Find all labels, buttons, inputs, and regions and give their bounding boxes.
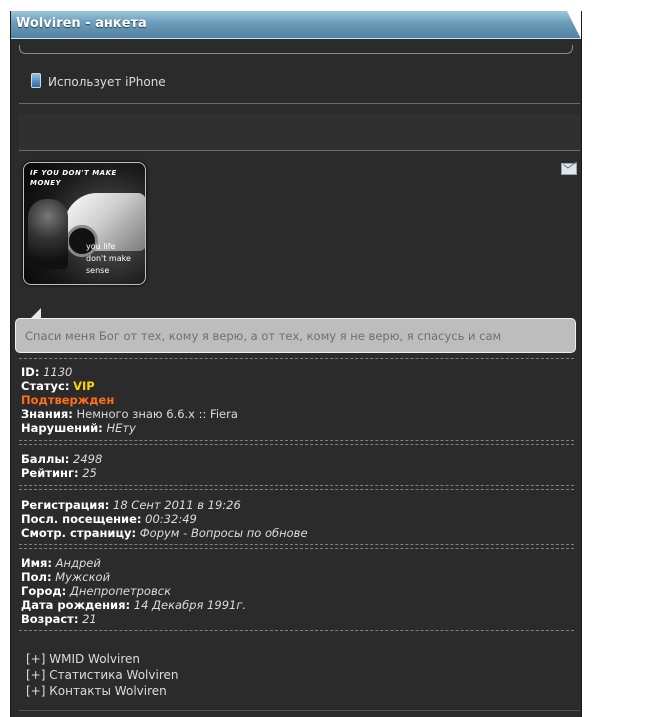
personal-section: Имя: Андрей Пол: Мужской Город: Днепропе… <box>21 556 246 626</box>
points-value: 2498 <box>73 452 103 466</box>
registration-value: 18 Сент 2011 в 19:26 <box>113 498 241 512</box>
avatar-top-text: IF YOU DON'T MAKE MONEY <box>30 169 117 187</box>
avatar-person <box>28 199 68 269</box>
violations-label: Нарушений: <box>21 421 103 435</box>
knowledge-label: Знания: <box>21 407 73 421</box>
dashed-divider <box>19 440 574 441</box>
birthdate-value: 14 Декабря 1991г. <box>133 598 247 612</box>
bottom-divider <box>19 710 580 711</box>
profile-window: Wolviren - анкета Использует iPhone IF Y… <box>10 11 582 717</box>
contacts-link[interactable]: [+] Контакты Wolviren <box>26 683 178 699</box>
avatar[interactable]: IF YOU DON'T MAKE MONEY you life don't m… <box>23 162 146 285</box>
dashed-divider <box>19 444 574 445</box>
city-value: Днепропетровск <box>69 584 172 598</box>
last-visit-label: Посл. посещение: <box>21 512 142 526</box>
status-label: Статус: <box>21 379 70 393</box>
viewing-label: Смотр. страницу: <box>21 526 137 540</box>
id-value: 1130 <box>43 365 73 379</box>
id-label: ID: <box>21 365 40 379</box>
city-label: Город: <box>21 584 67 598</box>
divider <box>19 103 580 104</box>
activity-section: Регистрация: 18 Сент 2011 в 19:26 Посл. … <box>21 498 308 540</box>
gender-label: Пол: <box>21 570 52 584</box>
viewing-value: Форум - Вопросы по обнове <box>139 526 308 540</box>
dashed-divider <box>19 358 574 359</box>
dashed-divider <box>19 630 574 631</box>
bubble-tail <box>31 308 41 318</box>
expandable-links: [+] WMID Wolviren [+] Статистика Wolvire… <box>26 651 178 699</box>
points-section: Баллы: 2498 Рейтинг: 25 <box>21 452 102 480</box>
empty-band <box>19 114 580 151</box>
status-message-bubble: Спаси меня Бог от тех, кому я верю, а от… <box>15 318 576 353</box>
statistics-link[interactable]: [+] Статистика Wolviren <box>26 667 178 683</box>
rating-label: Рейтинг: <box>21 466 79 480</box>
name-value: Андрей <box>55 556 101 570</box>
titlebar-corner <box>567 11 581 39</box>
last-visit-value: 00:32:49 <box>145 512 197 526</box>
confirmed-badge: Подтвержден <box>21 393 115 407</box>
dashed-divider <box>19 485 574 486</box>
points-label: Баллы: <box>21 452 70 466</box>
avatar-bottom-text: you life don't make sense <box>86 242 131 275</box>
title-bar: Wolviren - анкета <box>11 11 581 39</box>
dashed-divider <box>19 489 574 490</box>
name-label: Имя: <box>21 556 53 570</box>
window-title: Wolviren - анкета <box>16 16 147 31</box>
gender-value: Мужской <box>55 570 111 584</box>
status-message-text: Спаси меня Бог от тех, кому я верю, а от… <box>25 329 502 343</box>
rating-value: 25 <box>82 466 97 480</box>
birthdate-label: Дата рождения: <box>21 598 131 612</box>
violations-value: НЕту <box>106 421 136 435</box>
top-rounded-bar <box>19 45 573 54</box>
age-value: 21 <box>82 612 97 626</box>
device-text: Использует iPhone <box>48 75 166 89</box>
age-label: Возраст: <box>21 612 79 626</box>
dashed-divider <box>19 548 574 549</box>
knowledge-value: Немного знаю 6.6.x :: Fiera <box>76 407 238 421</box>
divider <box>19 150 580 151</box>
envelope-icon[interactable] <box>561 163 577 175</box>
wmid-link[interactable]: [+] WMID Wolviren <box>26 651 178 667</box>
profile-basic: ID: 1130 Статус: VIP Подтвержден Знания:… <box>21 365 238 435</box>
iphone-icon <box>31 73 41 88</box>
registration-label: Регистрация: <box>21 498 110 512</box>
status-value: VIP <box>73 379 95 393</box>
dashed-divider <box>19 544 574 545</box>
